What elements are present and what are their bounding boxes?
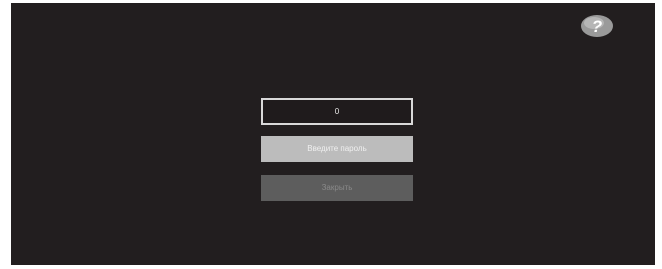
pin-input[interactable]: 0 [261, 98, 413, 125]
svg-text:?: ? [592, 17, 603, 36]
close-button[interactable]: Закрыть [261, 175, 413, 201]
enter-password-button[interactable]: Введите пароль [261, 136, 413, 162]
help-question-icon[interactable]: ? [579, 13, 615, 39]
tv-screen: ? 0 Введите пароль Закрыть [11, 3, 655, 265]
